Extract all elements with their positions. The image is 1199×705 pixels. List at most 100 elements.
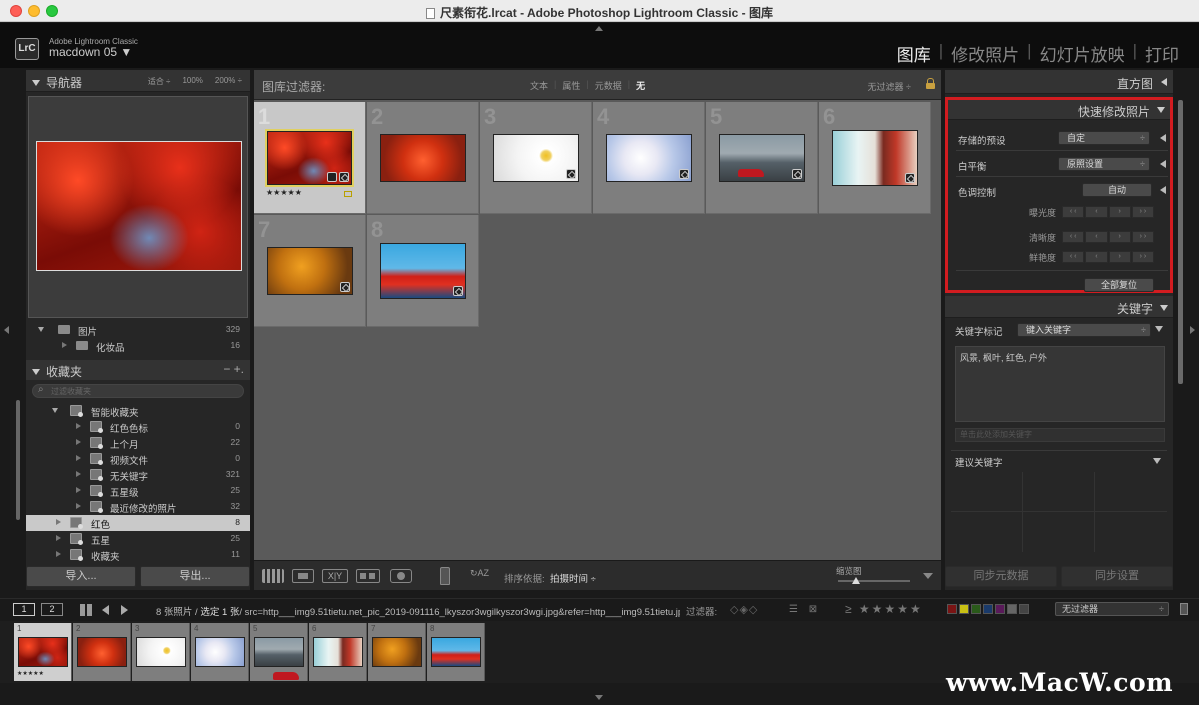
secondary-window-button[interactable]: 2 <box>41 603 63 616</box>
clarity-decrease-large[interactable]: ‹ ‹ <box>1062 231 1085 243</box>
filmstrip-filter-select[interactable]: 无过滤器 <box>1055 602 1169 616</box>
collections-header[interactable]: 收藏夹 − +. <box>26 360 250 380</box>
flag-icon[interactable] <box>344 191 352 197</box>
primary-window-button[interactable]: 1 <box>13 603 35 616</box>
compare-view-icon[interactable]: X|Y <box>322 569 348 583</box>
collection-item[interactable]: 视频文件 0 <box>26 451 250 467</box>
filmstrip-thumbnail[interactable] <box>254 637 304 680</box>
thumbnail-image[interactable] <box>267 247 353 295</box>
filmstrip-thumbnail[interactable] <box>313 637 363 667</box>
collection-filter-input[interactable]: 过滤收藏夹 <box>32 384 244 398</box>
color-swatch-green[interactable] <box>971 604 981 614</box>
collapse-triangle-icon[interactable] <box>1155 326 1163 332</box>
toolbar-menu-chevron-icon[interactable] <box>921 569 935 583</box>
thumbnail-image[interactable] <box>380 243 466 299</box>
module-library[interactable]: 图库 <box>889 41 939 66</box>
quick-develop-header[interactable]: 快速修改照片 <box>948 100 1170 120</box>
import-button[interactable]: 导入... <box>26 566 136 587</box>
exposure-decrease[interactable]: ‹ <box>1085 206 1108 218</box>
expand-triangle-icon[interactable] <box>52 408 58 413</box>
thumbnail-size-slider[interactable] <box>838 577 910 584</box>
survey-view-icon[interactable] <box>356 569 380 583</box>
grid-cell[interactable]: 1 ★★★★★ <box>254 102 366 214</box>
sync-settings-button[interactable]: 同步设置 <box>1061 566 1173 587</box>
expand-triangle-icon[interactable] <box>1160 186 1166 194</box>
vibrance-decrease-large[interactable]: ‹ ‹ <box>1062 251 1085 263</box>
expand-triangle-icon[interactable] <box>38 327 44 332</box>
bottom-panel-toggle-icon[interactable] <box>595 695 603 700</box>
left-panel-scrollbar[interactable] <box>16 400 20 520</box>
vibrance-increase[interactable]: › <box>1108 251 1131 263</box>
thumbnail-image[interactable] <box>493 134 579 182</box>
color-swatch-custom[interactable] <box>1007 604 1017 614</box>
vibrance-increase-large[interactable]: › › <box>1131 251 1154 263</box>
filmstrip-cell[interactable]: 6 <box>309 623 367 681</box>
thumbnail-image[interactable] <box>832 130 918 186</box>
flag-filter-icons[interactable]: ◇◈◇ <box>730 603 758 616</box>
filter-tab-none[interactable]: 无 <box>630 79 651 92</box>
forward-arrow-icon[interactable] <box>121 605 128 615</box>
filmstrip-thumbnail[interactable] <box>77 637 127 667</box>
sort-direction-icon[interactable]: ↻AZ <box>470 568 496 584</box>
add-keyword-input[interactable]: 单击此处添加关键字 <box>955 428 1165 442</box>
reset-all-button[interactable]: 全部复位 <box>1084 278 1154 292</box>
collection-item[interactable]: 五星级 25 <box>26 483 250 499</box>
expand-triangle-icon[interactable] <box>1160 160 1166 168</box>
grid-cell[interactable]: 2 <box>367 102 479 214</box>
grid-view-icon[interactable] <box>80 604 92 616</box>
auto-tone-button[interactable]: 自动 <box>1082 183 1152 197</box>
clarity-increase[interactable]: › <box>1108 231 1131 243</box>
collection-item-selected[interactable]: 红色 8 <box>26 515 250 531</box>
color-swatch-purple[interactable] <box>995 604 1005 614</box>
clarity-decrease[interactable]: ‹ <box>1085 231 1108 243</box>
rating-filter-stars[interactable]: ≥ ★★★★★ <box>845 602 923 616</box>
filmstrip-cell[interactable]: 3 <box>132 623 190 681</box>
module-slideshow[interactable]: 幻灯片放映 <box>1032 41 1133 66</box>
zoom-100-option[interactable]: 100% <box>182 76 202 87</box>
suggested-keywords-grid[interactable] <box>951 472 1167 552</box>
filter-preset-select[interactable]: 无过滤器 ÷ <box>868 80 911 93</box>
white-balance-select[interactable]: 原照设置 <box>1058 157 1150 171</box>
filmstrip-thumbnail[interactable] <box>136 637 186 667</box>
filmstrip-cell[interactable]: 2 <box>73 623 131 681</box>
filmstrip-thumbnail[interactable] <box>372 637 422 667</box>
thumbnail-image[interactable] <box>606 134 692 182</box>
collection-item[interactable]: 最近修改的照片 32 <box>26 499 250 515</box>
exposure-decrease-large[interactable]: ‹ ‹ <box>1062 206 1085 218</box>
sort-select[interactable]: 拍摄时间 ÷ <box>550 571 596 585</box>
filter-tab-metadata[interactable]: 元数据 <box>589 79 628 92</box>
filmstrip-cell[interactable]: 1 ★★★★★ <box>14 623 72 681</box>
left-panel-toggle-icon[interactable] <box>4 326 9 334</box>
color-swatch-red[interactable] <box>947 604 957 614</box>
exposure-increase[interactable]: › <box>1108 206 1131 218</box>
zoom-fit-option[interactable]: 适合 ÷ <box>148 76 171 87</box>
people-view-icon[interactable] <box>390 569 412 583</box>
exposure-increase-large[interactable]: › › <box>1131 206 1154 218</box>
thumbnail-image[interactable] <box>267 131 352 185</box>
color-swatch-none[interactable] <box>1019 604 1029 614</box>
collection-item[interactable]: 红色色标 0 <box>26 419 250 435</box>
filmstrip-thumbnail[interactable] <box>195 637 245 667</box>
keywords-textarea[interactable]: 风景, 枫叶, 红色, 户外 <box>955 346 1165 422</box>
folder-item-pictures[interactable]: 图片 329 <box>26 322 250 338</box>
filmstrip-thumbnail[interactable] <box>18 637 68 667</box>
grid-view-icon[interactable] <box>262 569 284 583</box>
keyword-tags-select[interactable]: 键入关键字 <box>1017 323 1151 337</box>
filmstrip-cell[interactable]: 8 <box>427 623 485 681</box>
filmstrip-thumbnail[interactable] <box>431 637 481 667</box>
painter-spray-icon[interactable] <box>440 567 450 585</box>
zoom-200-option[interactable]: 200% ÷ <box>215 76 242 87</box>
export-button[interactable]: 导出... <box>140 566 250 587</box>
saved-preset-select[interactable]: 自定 <box>1058 131 1150 145</box>
folder-item-cosmetics[interactable]: 化妆品 16 <box>26 338 250 354</box>
grid-cell[interactable]: 7 <box>254 215 366 327</box>
top-panel-toggle-icon[interactable] <box>595 26 603 31</box>
star-rating[interactable]: ★★★★★ <box>266 188 302 197</box>
collection-item[interactable]: 无关键字 321 <box>26 467 250 483</box>
filmstrip-cell[interactable]: 4 <box>191 623 249 681</box>
navigator-header[interactable]: 导航器 适合 ÷ 100% 200% ÷ <box>26 70 250 92</box>
right-panel-scrollbar[interactable] <box>1178 100 1183 384</box>
catalog-name[interactable]: macdown 05 ▼ <box>49 45 132 59</box>
suggested-keywords-header[interactable]: 建议关键字 <box>951 450 1167 470</box>
clarity-increase-large[interactable]: › › <box>1131 231 1154 243</box>
